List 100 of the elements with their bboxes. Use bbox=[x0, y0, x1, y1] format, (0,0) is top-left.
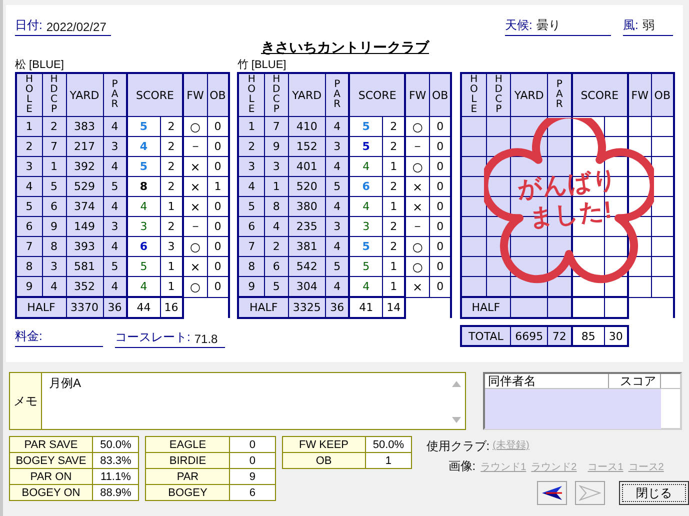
score-cell: 5 bbox=[127, 256, 160, 276]
table-cell: 2 bbox=[238, 136, 264, 156]
table-cell: 0 bbox=[429, 176, 452, 196]
stat-label: PAR SAVE bbox=[10, 436, 92, 452]
table-cell: 41 bbox=[359, 301, 374, 314]
column-header: YARD bbox=[66, 73, 103, 116]
column-header: FW bbox=[405, 73, 430, 116]
date-value: 2022/02/27 bbox=[46, 20, 106, 34]
score-cell: 8 bbox=[127, 176, 160, 196]
table-cell: 0 bbox=[429, 116, 452, 136]
table-cell: 30 bbox=[604, 326, 628, 346]
table-cell: 2 bbox=[42, 116, 66, 136]
table-cell: ○ bbox=[405, 156, 430, 176]
table-cell: 0 bbox=[207, 216, 229, 236]
column-header: HDCP bbox=[42, 73, 66, 116]
table-cell: 72 bbox=[548, 326, 572, 346]
table-cell: 1 bbox=[238, 116, 264, 136]
course-title: きさいちカントリークラブ bbox=[261, 39, 429, 55]
table-cell: 374 bbox=[66, 196, 103, 216]
table-cell: 0 bbox=[429, 236, 452, 256]
table-cell: 0 bbox=[429, 156, 452, 176]
table-cell: 9 bbox=[238, 276, 264, 297]
table-cell: 3 bbox=[42, 256, 66, 276]
table-cell: 16 bbox=[164, 301, 178, 314]
table-cell: × bbox=[405, 176, 430, 196]
column-header: PAR bbox=[548, 73, 572, 116]
stat-value: 0 bbox=[230, 452, 276, 468]
column-header[interactable]: 同伴者名 bbox=[485, 374, 609, 388]
table-cell: 0 bbox=[207, 196, 229, 216]
column-header: OB bbox=[652, 73, 674, 116]
table-cell: 5 bbox=[42, 176, 66, 196]
date-label: 日付: bbox=[15, 17, 42, 34]
stat-label: BOGEY bbox=[146, 484, 230, 500]
stat-value: 11.1% bbox=[92, 468, 139, 484]
table-cell: 0 bbox=[429, 196, 452, 216]
table-cell: HALF bbox=[238, 297, 288, 318]
course-rate-label: コースレート: bbox=[115, 329, 190, 346]
table-cell: 0 bbox=[207, 156, 229, 176]
table-cell: 152 bbox=[288, 136, 326, 156]
column-header: SCORE bbox=[127, 73, 183, 116]
score-cell: 5 bbox=[127, 116, 160, 136]
table-cell: 7 bbox=[16, 236, 42, 256]
table-cell: 529 bbox=[66, 176, 103, 196]
table-cell: 36 bbox=[108, 301, 122, 314]
score-cell: 5 bbox=[349, 116, 382, 136]
column-header: PAR bbox=[325, 73, 350, 116]
table-cell: 5 bbox=[16, 196, 42, 216]
stat-label: BOGEY ON bbox=[10, 484, 92, 500]
column-header: FW bbox=[628, 73, 652, 116]
table-cell: 0 bbox=[429, 276, 452, 297]
table-cell: 1 bbox=[207, 176, 229, 196]
stat-value: 1 bbox=[365, 452, 412, 468]
table-cell: ○ bbox=[183, 276, 207, 297]
table-cell: 3370 bbox=[70, 301, 98, 314]
table-cell: 44 bbox=[136, 301, 151, 314]
table-cell: × bbox=[183, 156, 207, 176]
course-name: 竹 [BLUE] bbox=[237, 59, 286, 71]
wind-value: 弱 bbox=[642, 17, 654, 34]
stat-value: 9 bbox=[230, 468, 276, 484]
table-cell: 380 bbox=[288, 196, 326, 216]
stat-value: 88.9% bbox=[92, 484, 139, 500]
table-cell: － bbox=[405, 136, 430, 156]
table-cell: 36 bbox=[330, 301, 344, 314]
table-cell: 0 bbox=[207, 136, 229, 156]
table-cell: 2 bbox=[16, 136, 42, 156]
companion-list[interactable]: 同伴者名 スコア bbox=[483, 372, 682, 430]
memo-field[interactable]: 月例A bbox=[42, 373, 465, 429]
table-cell: 2 bbox=[264, 236, 288, 256]
table-cell: 235 bbox=[288, 216, 326, 236]
column-header: HDCP bbox=[486, 73, 511, 116]
table-cell: 8 bbox=[42, 236, 66, 256]
table-cell: HALF bbox=[16, 297, 66, 318]
previous-button[interactable] bbox=[537, 481, 568, 505]
column-header: FW bbox=[183, 73, 207, 116]
table-cell: 9 bbox=[16, 276, 42, 297]
column-header: HDCP bbox=[264, 73, 288, 116]
column-header: OB bbox=[429, 73, 452, 116]
table-cell: ○ bbox=[405, 116, 430, 136]
table-cell: 1 bbox=[42, 156, 66, 176]
table-cell: 0 bbox=[207, 256, 229, 276]
scroll-up-icon[interactable] bbox=[452, 381, 461, 387]
table-cell: 3 bbox=[16, 156, 42, 176]
table-cell: 410 bbox=[288, 116, 326, 136]
weather-value: 曇り bbox=[536, 17, 560, 34]
score-cell: 4 bbox=[127, 276, 160, 297]
score-cell: 4 bbox=[349, 156, 382, 176]
scroll-down-icon[interactable] bbox=[452, 417, 461, 423]
close-button[interactable]: 閉じる bbox=[619, 481, 689, 505]
table-cell: 383 bbox=[66, 116, 103, 136]
arrow-right-icon bbox=[579, 485, 602, 501]
table-cell: 8 bbox=[238, 256, 264, 276]
table-cell: 0 bbox=[429, 216, 452, 236]
column-header: OB bbox=[207, 73, 229, 116]
score-cell: 3 bbox=[349, 216, 382, 236]
table-cell: ○ bbox=[405, 256, 430, 276]
column-header[interactable]: スコア bbox=[609, 374, 661, 388]
table-cell: 6 bbox=[42, 196, 66, 216]
table-cell: ○ bbox=[183, 236, 207, 256]
table-cell: × bbox=[405, 196, 430, 216]
arrow-left-icon bbox=[541, 485, 564, 501]
